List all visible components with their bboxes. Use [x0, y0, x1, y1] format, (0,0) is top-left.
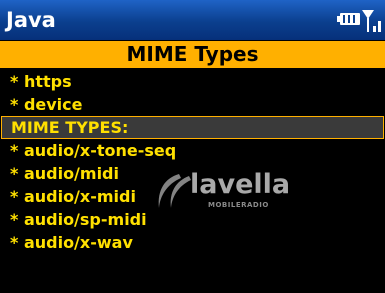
watermark-text: lavella	[190, 169, 291, 200]
list-item[interactable]: * audio/x-wav	[0, 231, 385, 254]
list-item-selected[interactable]: MIME TYPES:	[1, 116, 384, 139]
list-item[interactable]: * https	[0, 70, 385, 93]
title-bar: Java	[0, 0, 385, 40]
watermark-logo: lavella MOBILERADIO	[149, 168, 299, 214]
list-item[interactable]: * audio/x-tone-seq	[0, 139, 385, 162]
watermark-subtext: MOBILERADIO	[208, 201, 269, 209]
page-title: MIME Types	[0, 41, 385, 68]
list-item[interactable]: * device	[0, 93, 385, 116]
watermark-swoosh-icon	[158, 174, 191, 208]
signal-icon	[362, 10, 381, 32]
app-title: Java	[6, 8, 56, 32]
mime-type-list: * https * device MIME TYPES: * audio/x-t…	[0, 70, 385, 254]
battery-icon	[337, 13, 360, 25]
